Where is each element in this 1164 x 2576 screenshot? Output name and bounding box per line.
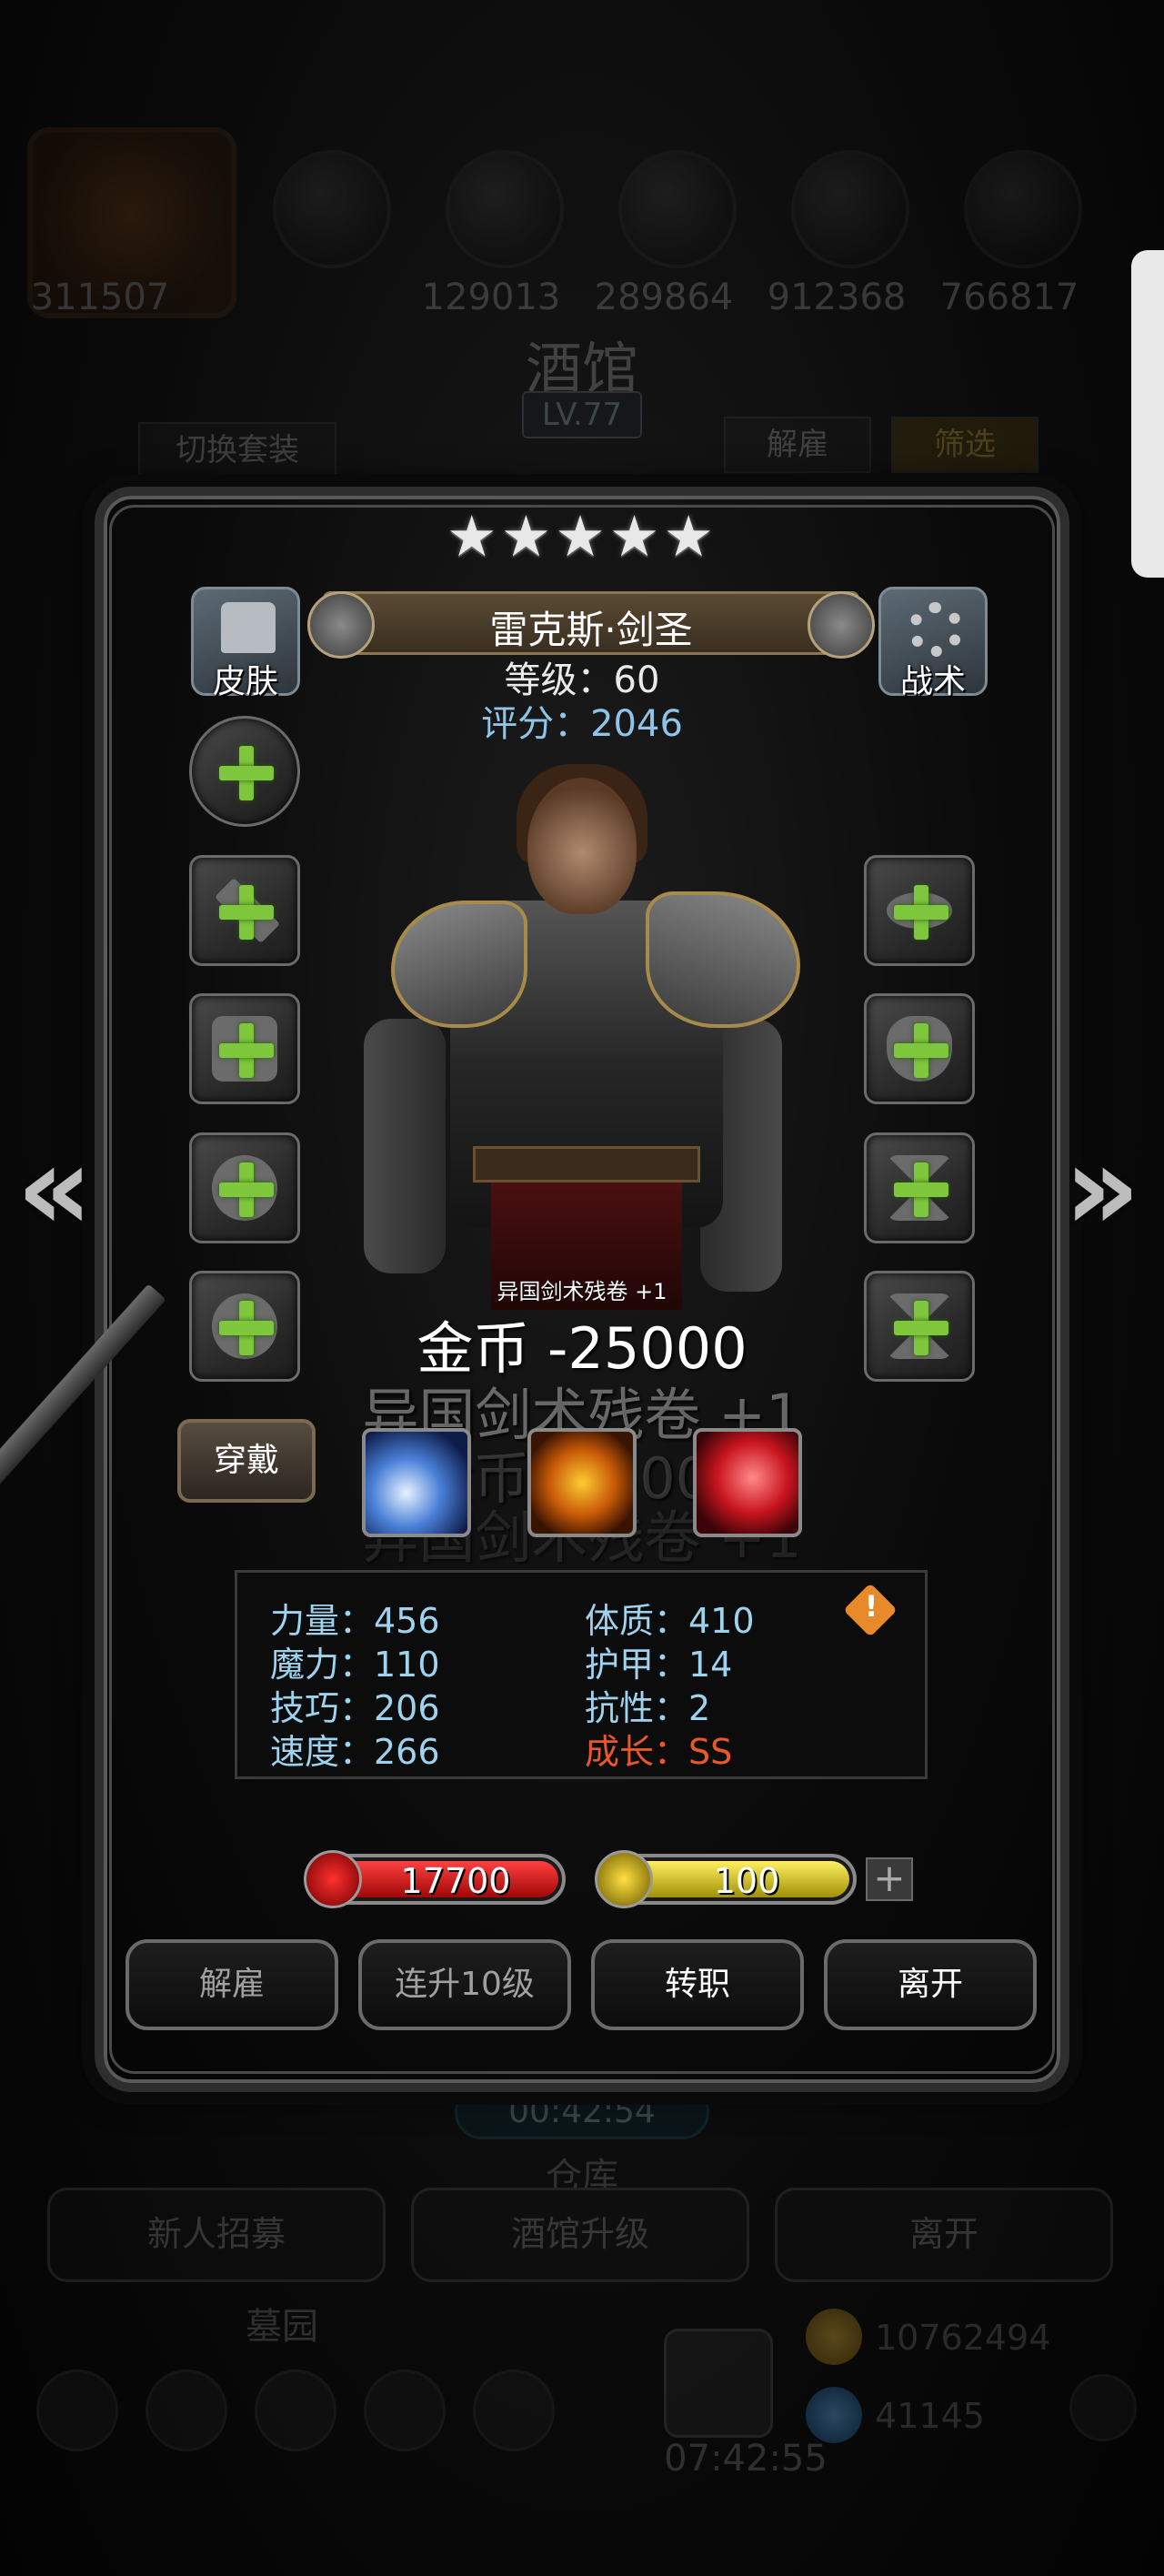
gem-icon [806,2387,862,2443]
change-class-button[interactable]: 转职 [591,1939,804,2030]
energy-bar: 100 [595,1850,857,1908]
hp-value: 17700 [400,1861,511,1901]
resource-value: 912368 [767,277,907,318]
accessory-slot[interactable] [189,1132,300,1243]
hero-score: 评分：2046 [481,703,683,745]
stat-speed: 速度：266 [270,1732,440,1772]
floating-item-text-small: 异国剑术残卷 +1 [497,1279,667,1304]
resource-icon-5 [964,150,1082,268]
resource-value: 289864 [594,277,734,318]
wind-slash-skill-icon[interactable] [362,1428,471,1537]
recruit-button[interactable]: 新人招募 [47,2188,386,2282]
add-equipment-icon [894,885,948,940]
resource-value: 311507 [30,277,170,318]
gift-timer: 07:42:55 [664,2438,828,2480]
resource-icon-3 [618,150,737,268]
flame-shield-skill-icon[interactable] [527,1428,637,1537]
stat-armor: 护甲：14 [585,1645,733,1685]
add-equipment-icon [894,1023,948,1078]
level-up-10-button[interactable]: 连升10级 [358,1939,571,2030]
filter-button[interactable]: 筛选 [891,417,1039,473]
gold-coin-icon [806,2309,862,2365]
resource-value: 766817 [939,277,1079,318]
hero-star-rating: ★★★★★ [447,503,717,569]
resource-icon-4 [791,150,909,268]
energy-value: 100 [713,1861,780,1901]
stat-growth: 成长：SS [585,1732,733,1772]
amulet-slot[interactable] [864,855,975,966]
hp-bar: 17700 [304,1850,566,1908]
resource-value: 129013 [421,277,561,318]
leave-button[interactable]: 离开 [824,1939,1037,2030]
gold-amount: 10762494 [875,2318,1051,2358]
add-equipment-icon [219,885,274,940]
menu-circle-icon[interactable] [36,2370,118,2451]
weapon-slot[interactable] [189,855,300,966]
add-equipment-icon [219,1023,274,1078]
menu-circle-icon[interactable] [146,2370,227,2451]
dismiss-tab-button[interactable]: 解雇 [724,417,871,473]
gift-box-icon[interactable] [664,2329,773,2438]
gear-icon [908,602,963,657]
resource-icon-2 [446,150,564,268]
stat-constitution: 体质：410 [585,1601,755,1641]
add-equipment-icon [219,1162,274,1217]
stat-strength: 力量：456 [270,1601,440,1641]
dismiss-button[interactable]: 解雇 [125,1939,338,2030]
next-hero-arrow-icon[interactable]: » [1064,1119,1140,1257]
rune-slot-1[interactable] [864,1132,975,1243]
switch-set-button[interactable]: 切换套装 [138,422,336,478]
stat-skill: 技巧：206 [270,1688,440,1728]
tavern-timer: 00:42:54 [455,2085,709,2139]
hero-name-bar: 雷克斯·剑圣 [307,591,875,659]
hero-stats-panel: 力量：456 体质：410 魔力：110 护甲：14 技巧：206 抗性：2 速… [235,1570,928,1779]
menu-circle-icon[interactable] [473,2370,555,2451]
upgrade-tavern-button[interactable]: 酒馆升级 [411,2188,749,2282]
rename-edit-icon[interactable] [808,591,875,659]
potion-slot[interactable] [864,993,975,1104]
add-energy-button[interactable]: + [866,1857,913,1901]
armor-slot[interactable] [189,993,300,1104]
cemetery-label: 墓园 [246,2306,318,2348]
leave-tavern-button[interactable]: 离开 [775,2188,1113,2282]
add-currency-icon[interactable] [1069,2374,1137,2441]
add-equipment-icon [219,746,274,800]
hero-name: 雷克斯·剑圣 [489,608,693,652]
add-equipment-icon [894,1162,948,1217]
stat-resistance: 抗性：2 [585,1688,711,1728]
shirt-icon [221,602,276,653]
menu-circle-icon[interactable] [364,2370,446,2451]
tavern-level: LV.77 [522,391,642,438]
stat-magic: 魔力：110 [270,1645,440,1685]
gem-amount: 41145 [875,2396,985,2436]
crimson-slash-skill-icon[interactable] [693,1428,802,1537]
wear-button[interactable]: 穿戴 [177,1419,316,1503]
weapon-ring-slot[interactable] [189,716,300,827]
resource-icon-1 [273,150,391,268]
previous-hero-arrow-icon[interactable]: « [16,1119,93,1257]
menu-circle-icon[interactable] [255,2370,336,2451]
